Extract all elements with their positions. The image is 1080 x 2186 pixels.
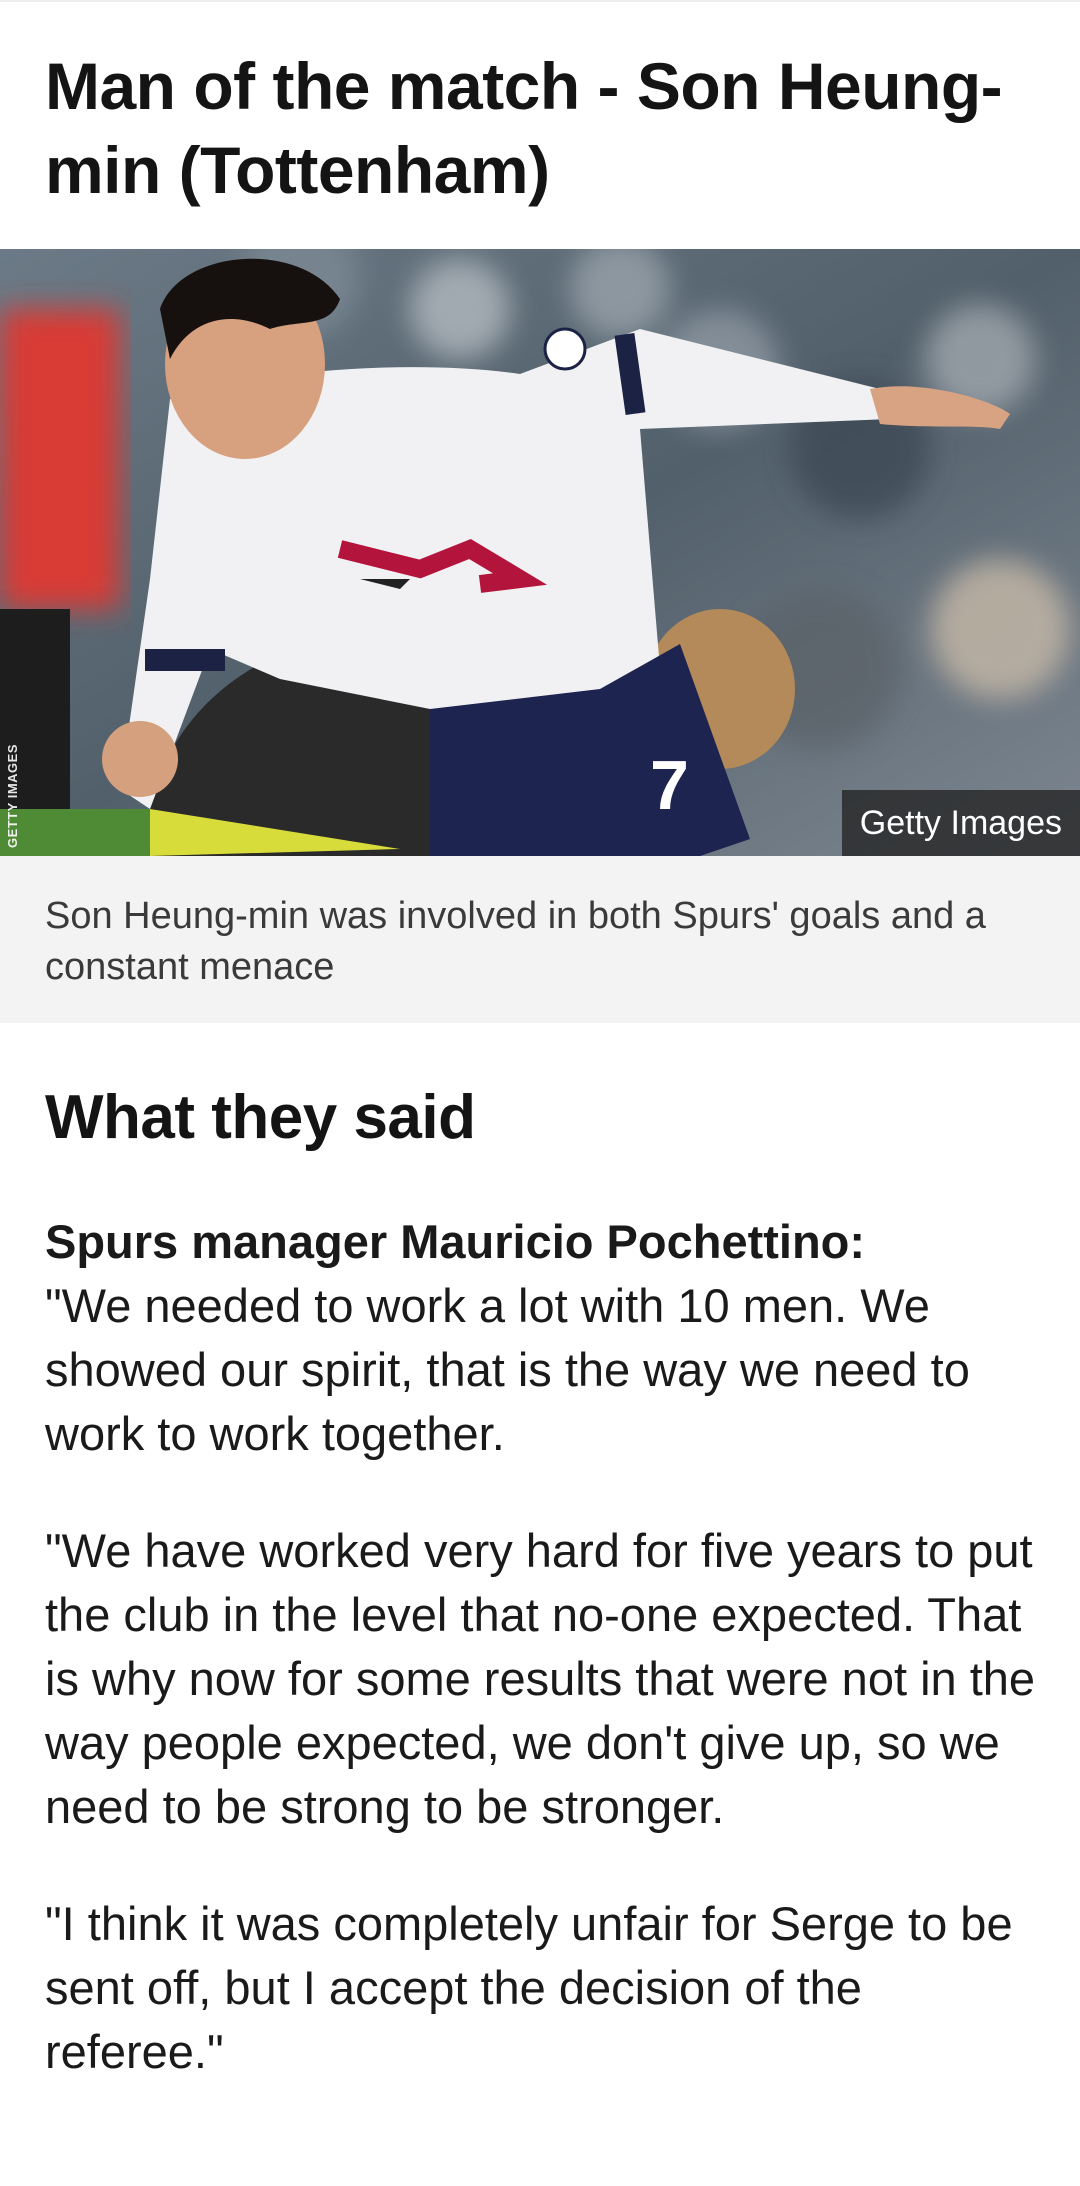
quote-text: "We have worked very hard for five years… (45, 1524, 1036, 1833)
section-heading: What they said (45, 1083, 476, 1152)
image-caption: Son Heung-min was involved in both Spurs… (45, 895, 986, 988)
quote-paragraph: Spurs manager Mauricio Pochettino: "We n… (45, 1210, 1045, 1466)
article-page: Man of the match - Son Heung-min (Totten… (0, 0, 1080, 2186)
article-image[interactable]: 7 GETTY IMAGES Getty Images (0, 249, 1080, 856)
quote-paragraph: "I think it was completely unfair for Se… (45, 1892, 1045, 2084)
image-caption-box: Son Heung-min was involved in both Spurs… (0, 856, 1080, 1023)
quote-text: "I think it was completely unfair for Se… (45, 1897, 1013, 2078)
player-photo: 7 (0, 249, 1080, 856)
agency-watermark: GETTY IMAGES (5, 744, 20, 848)
quote-paragraph: "We have worked very hard for five years… (45, 1519, 1045, 1839)
article-headline: Man of the match - Son Heung-min (Totten… (45, 49, 1003, 207)
image-credit: Getty Images (841, 790, 1080, 856)
shirt-number: 7 (650, 746, 689, 824)
quote-text: "We needed to work a lot with 10 men. We… (45, 1279, 970, 1460)
article-body: Spurs manager Mauricio Pochettino: "We n… (45, 1210, 1045, 2137)
quote-speaker: Spurs manager Mauricio Pochettino: (45, 1215, 866, 1268)
